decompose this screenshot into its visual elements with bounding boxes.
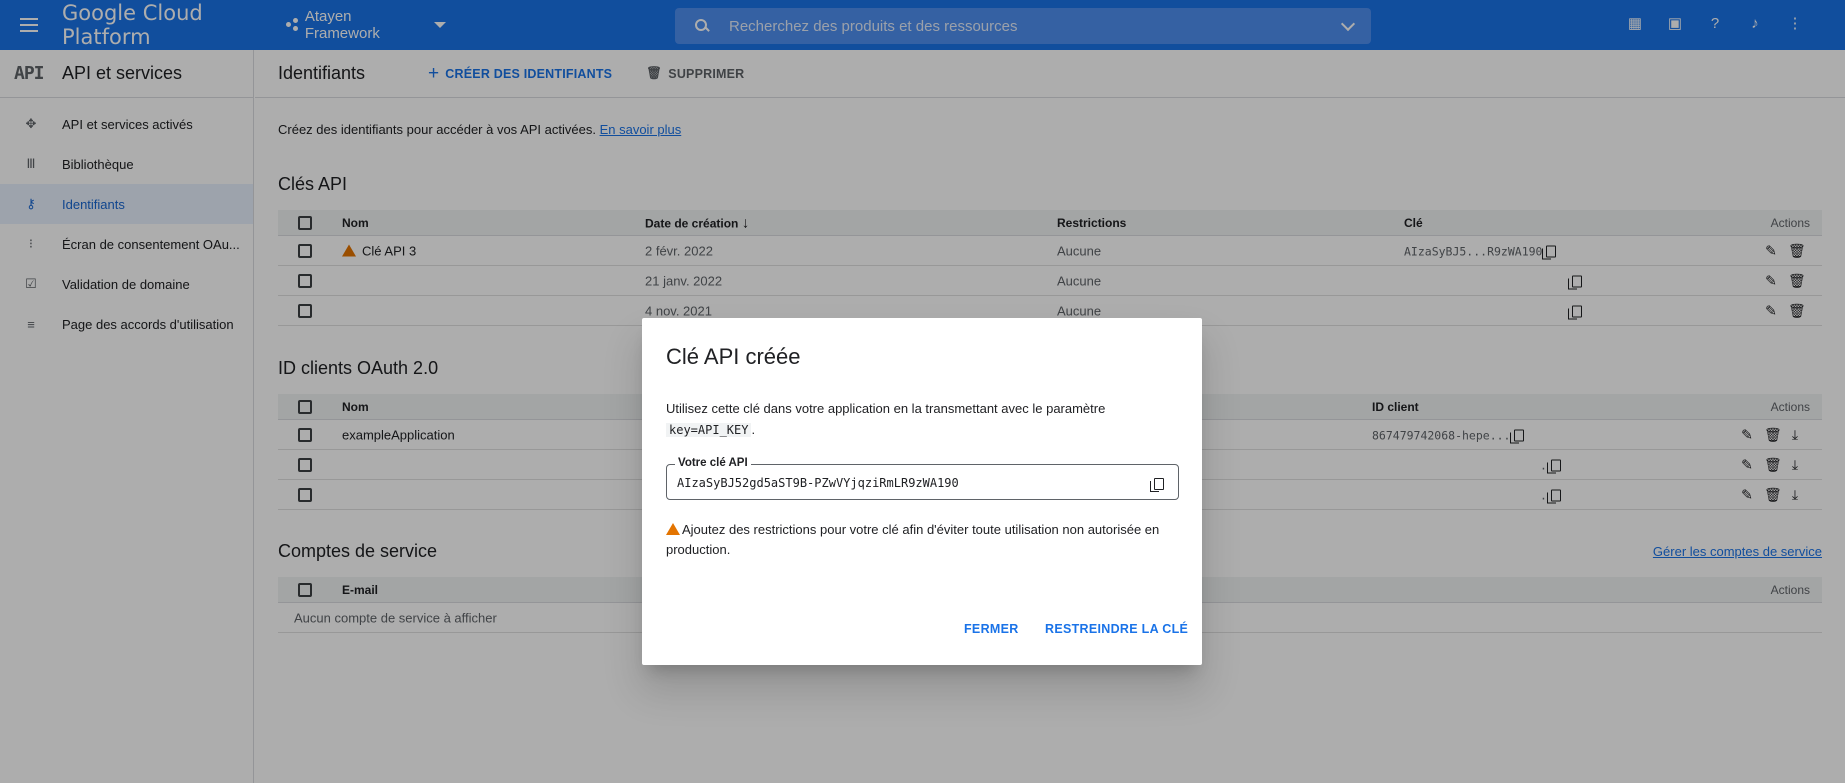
warning-icon xyxy=(666,523,680,535)
close-button[interactable]: FERMER xyxy=(964,622,1019,636)
dialog-description: Utilisez cette clé dans votre applicatio… xyxy=(666,398,1176,441)
api-key-created-dialog: Clé API créée Utilisez cette clé dans vo… xyxy=(642,318,1202,665)
restrict-key-button[interactable]: RESTREINDRE LA CLÉ xyxy=(1045,622,1188,636)
dialog-description-text: Utilisez cette clé dans votre applicatio… xyxy=(666,401,1106,416)
copy-key-icon[interactable] xyxy=(1150,477,1164,492)
param-code: key=API_KEY xyxy=(666,423,752,437)
api-key-field[interactable]: Votre clé API AIzaSyBJ52gd5aST9B-PZwVYjq… xyxy=(666,457,1179,500)
dialog-title: Clé API créée xyxy=(666,344,801,369)
restriction-warning: Ajoutez des restrictions pour votre clé … xyxy=(666,520,1176,560)
api-key-field-label: Votre clé API xyxy=(675,457,751,469)
api-key-value[interactable]: AIzaSyBJ52gd5aST9B-PZwVYjqziRmLR9zWA190 xyxy=(677,476,959,490)
dialog-description-end: . xyxy=(751,422,756,437)
warning-text: Ajoutez des restrictions pour votre clé … xyxy=(666,522,1160,557)
